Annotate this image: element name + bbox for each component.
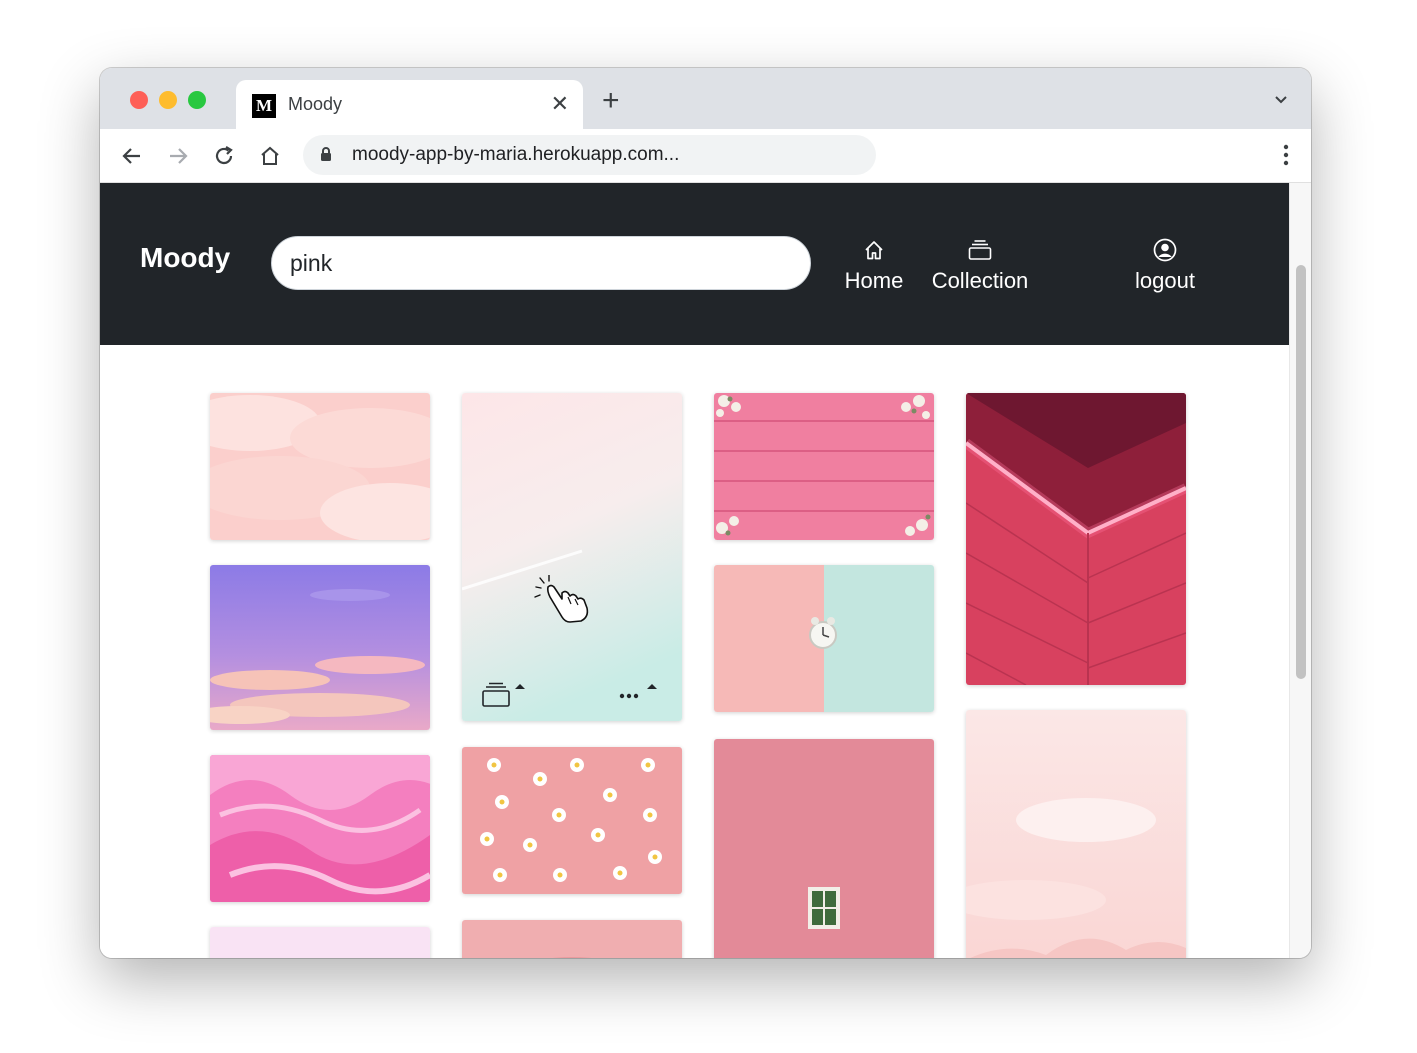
image-card[interactable] [714, 565, 934, 712]
image-card[interactable] [966, 393, 1186, 685]
tab-title: Moody [288, 94, 343, 114]
browser-window: M Moody ✕ + moody-app-by-maria.herokuapp… [100, 68, 1311, 958]
pink-wall-window-image [714, 739, 934, 958]
reload-icon[interactable] [210, 142, 238, 170]
pink-clouds-image [210, 393, 430, 540]
hand-pointer-cursor-icon [532, 574, 594, 628]
daisies-on-pink-image [462, 747, 682, 894]
page-scrollbar[interactable] [1289, 183, 1311, 958]
maximize-window-button[interactable] [188, 91, 206, 109]
page-viewport: Moody Home Collection logou [100, 183, 1289, 958]
address-url: moody-app-by-maria.herokuapp.com... [352, 144, 680, 165]
app-navbar: Moody Home Collection logou [100, 183, 1289, 345]
collection-icon [927, 235, 1033, 265]
more-options-icon[interactable] [616, 681, 662, 707]
light-pink-image [210, 927, 430, 958]
user-circle-icon [1130, 235, 1200, 265]
favicon-icon: M [252, 94, 276, 118]
tab-search-chevron-icon[interactable] [1273, 92, 1289, 113]
browser-tab[interactable]: M Moody ✕ [236, 80, 583, 129]
forward-icon[interactable] [164, 142, 192, 170]
minimize-window-button[interactable] [159, 91, 177, 109]
image-card-hovered[interactable] [462, 393, 682, 721]
card-actions [482, 681, 662, 707]
close-tab-icon[interactable]: ✕ [551, 91, 569, 117]
close-window-button[interactable] [130, 91, 148, 109]
image-card[interactable] [966, 710, 1186, 958]
nav-collection[interactable]: Collection [927, 235, 1033, 294]
scrollbar-thumb[interactable] [1296, 265, 1306, 679]
address-bar[interactable]: moody-app-by-maria.herokuapp.com... [303, 135, 876, 175]
pale-pink-clouds-image [966, 710, 1186, 958]
tab-strip: M Moody ✕ + [100, 68, 1311, 129]
back-icon[interactable] [118, 142, 146, 170]
add-to-collection-icon[interactable] [482, 681, 528, 707]
browser-menu-icon[interactable] [1283, 144, 1289, 171]
home-icon[interactable] [256, 142, 284, 170]
new-tab-button[interactable]: + [602, 86, 620, 116]
purple-sunset-image [210, 565, 430, 730]
clock-pink-mint-image [714, 565, 934, 712]
search-input[interactable] [290, 245, 790, 281]
nav-home[interactable]: Home [841, 235, 907, 294]
browser-toolbar: moody-app-by-maria.herokuapp.com... [100, 129, 1311, 183]
pink-neon-brick-image [966, 393, 1186, 685]
nav-logout[interactable]: logout [1130, 235, 1200, 294]
image-card[interactable] [462, 747, 682, 894]
pink-fur-image [210, 755, 430, 902]
pink-planks-flowers-image [714, 393, 934, 540]
nav-home-label: Home [844, 268, 904, 293]
image-card[interactable] [714, 739, 934, 958]
nav-collection-label: Collection [931, 268, 1029, 293]
image-card[interactable] [210, 565, 430, 730]
brand-logo[interactable]: Moody [140, 242, 230, 274]
image-card[interactable] [210, 927, 430, 958]
image-card[interactable] [210, 755, 430, 902]
nav-logout-label: logout [1135, 268, 1195, 293]
lock-icon [320, 147, 332, 167]
pink-mint-gradient-image [462, 393, 682, 721]
image-card[interactable] [210, 393, 430, 540]
home-icon [841, 235, 907, 265]
pink-blur-image [462, 920, 682, 958]
search-bar[interactable] [271, 236, 811, 290]
image-card[interactable] [714, 393, 934, 540]
image-card[interactable] [462, 920, 682, 958]
